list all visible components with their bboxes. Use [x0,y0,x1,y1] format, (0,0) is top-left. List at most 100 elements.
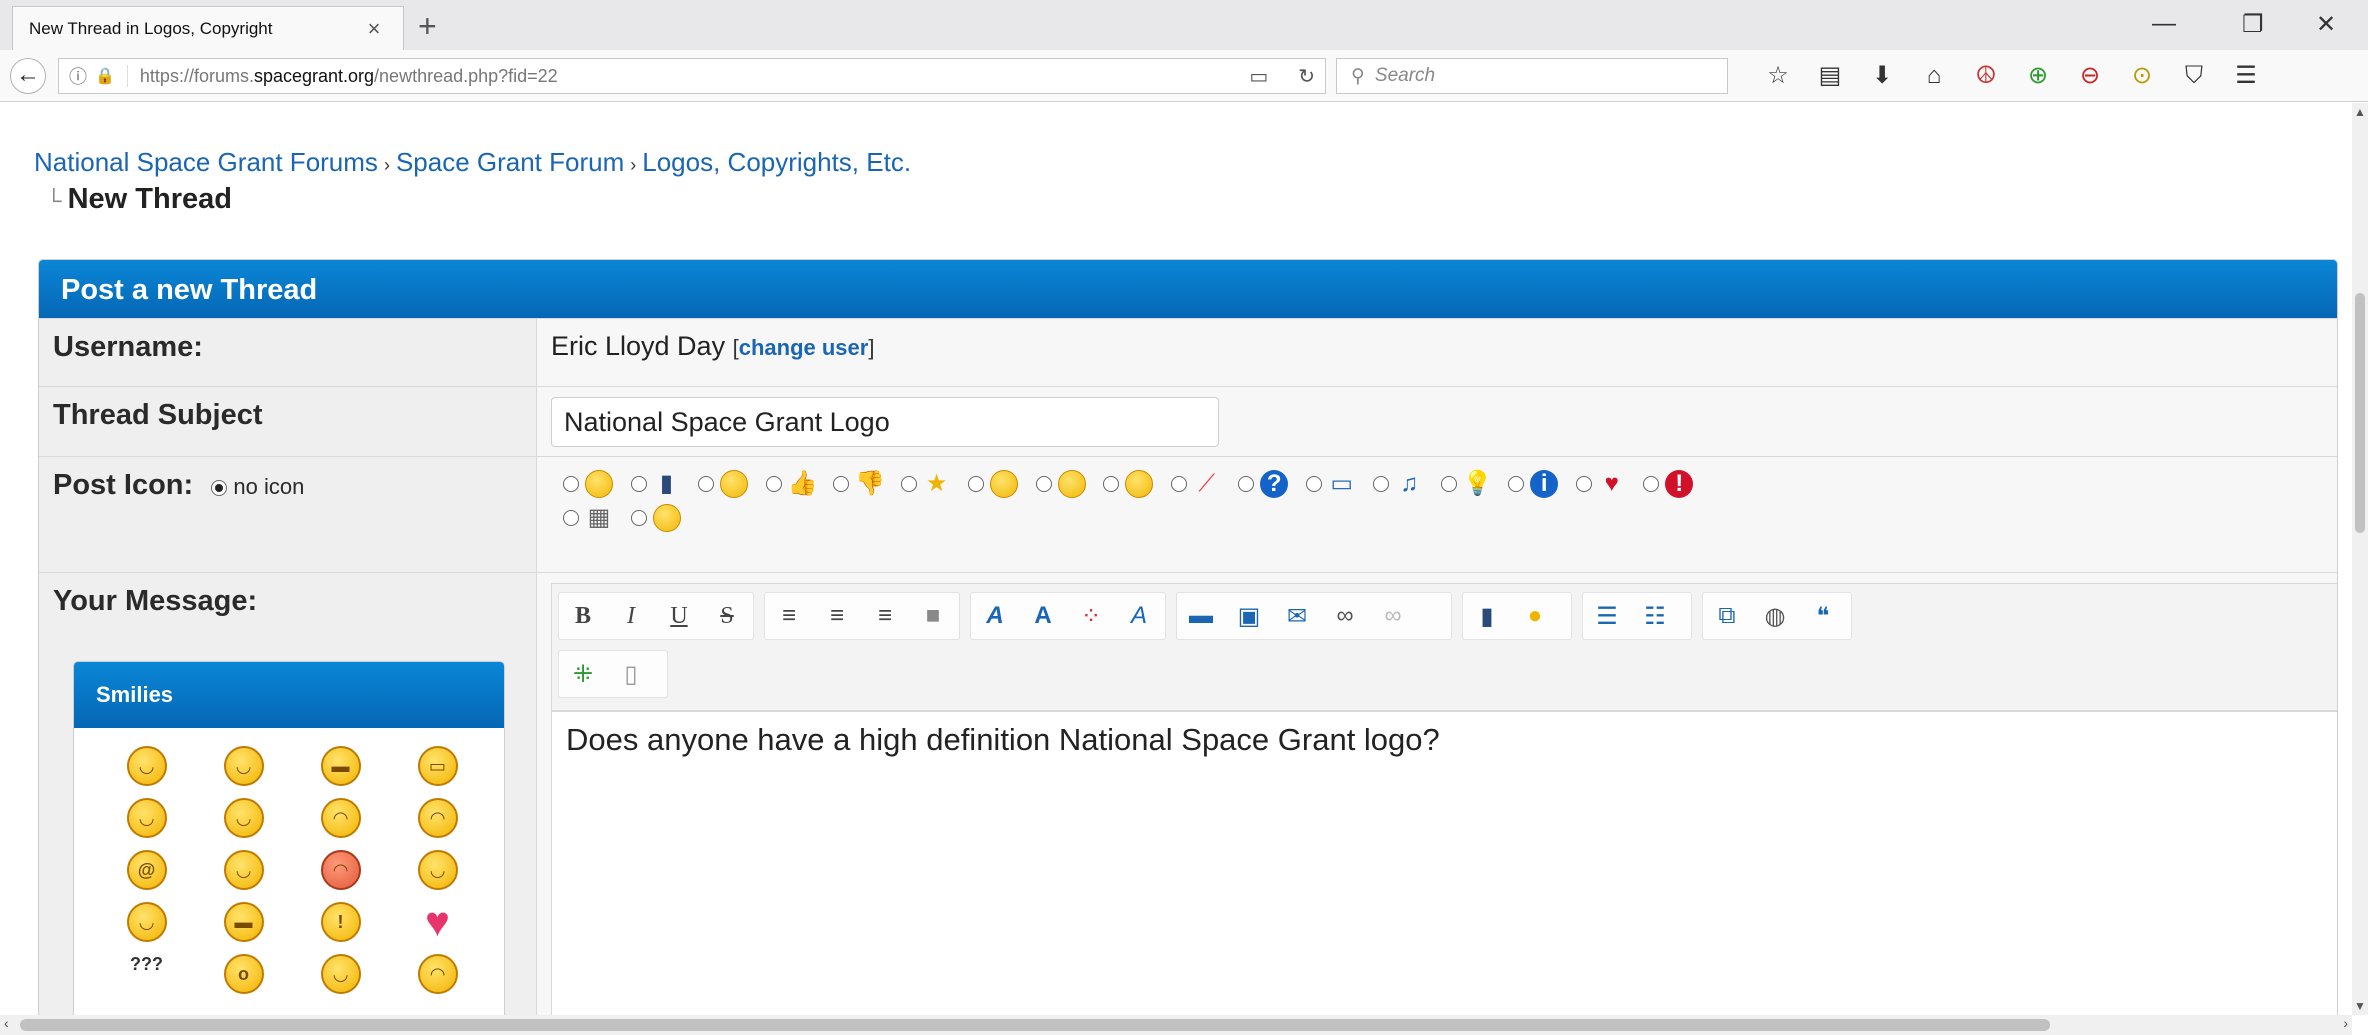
post-icon-radio[interactable] [900,476,917,492]
code-icon[interactable]: ⧉ [1703,602,1751,630]
no-icon-radio[interactable] [211,480,228,497]
source-mode-icon[interactable]: ▯ [607,660,655,689]
vertical-scrollbar[interactable]: ▲ ▼ [2352,103,2368,1015]
post-icon-radio[interactable] [1103,476,1120,492]
horizontal-scrollbar[interactable]: ‹ › [0,1015,2352,1035]
remove-format-icon[interactable]: A [1115,602,1163,630]
search-bar[interactable]: ⚲ Search [1336,58,1728,94]
email-icon[interactable]: ✉ [1273,602,1321,631]
post-icon-radio[interactable] [1508,476,1525,492]
tab-close-icon[interactable]: × [361,16,387,42]
home-icon[interactable]: ⌂ [1908,62,1960,90]
scroll-up-icon[interactable]: ▲ [2352,105,2368,119]
back-arrow-icon[interactable]: ← [10,58,46,94]
link-icon[interactable]: ∞ [1321,602,1369,630]
thread-subject-input[interactable] [551,397,1219,447]
menu-icon[interactable]: ☰ [2220,62,2272,90]
post-icon-radio[interactable] [630,476,647,492]
url-bar[interactable]: ⓘ 🔒 https://forums. spacegrant.org/newthr… [58,58,1326,94]
smiley-angry-icon[interactable]: ◠ [320,850,361,890]
italic-button[interactable]: I [607,603,655,630]
emoticon-icon[interactable]: ● [1511,602,1559,630]
peace-extension-icon[interactable]: ☮ [1960,62,2012,90]
smiley-sleepy-icon[interactable]: ◡ [320,954,361,994]
post-icon-radio[interactable] [563,510,579,526]
smiley-eyes-icon[interactable]: ◠ [320,798,361,838]
justify-icon[interactable]: ■ [909,602,957,630]
smiley-heart-icon[interactable]: ♥ [418,901,458,943]
minimize-button[interactable]: — [2152,10,2176,38]
horizontal-rule-icon[interactable]: ▬ [1177,602,1225,630]
reading-list-icon[interactable]: ▤ [1804,62,1856,90]
smiley-blush-icon[interactable]: ◡ [223,798,264,838]
smiley-cool-icon[interactable]: ▬ [320,746,361,786]
maximize-editor-icon[interactable]: ⁜ [559,660,607,689]
post-icon-radio[interactable] [1575,476,1592,492]
smiley-angel-icon[interactable]: ◡ [223,850,264,890]
browser-tab[interactable]: New Thread in Logos, Copyright × [12,6,404,50]
font-icon[interactable]: A [971,602,1019,630]
align-left-icon[interactable]: ≡ [765,602,813,630]
post-icon-radio[interactable] [1170,476,1187,492]
font-color-icon[interactable]: ⁘ [1067,602,1115,631]
smiley-dizzy-icon[interactable]: ◡ [126,902,167,942]
post-icon-radio[interactable] [698,476,715,492]
align-center-icon[interactable]: ≡ [813,602,861,630]
post-icon-radio[interactable] [563,476,579,492]
align-right-icon[interactable]: ≡ [861,602,909,630]
zoom-reset-extension-icon[interactable]: ⊙ [2116,62,2168,90]
smiley-wink-icon[interactable]: ◡ [417,850,458,890]
info-icon[interactable]: ⓘ [69,63,87,89]
message-editor[interactable]: Does anyone have a high definition Natio… [551,711,2337,1015]
scroll-left-icon[interactable]: ‹ [4,1015,9,1031]
post-icon-radio[interactable] [1373,476,1390,492]
breadcrumb-link-space-grant-forum[interactable]: Space Grant Forum [396,147,624,177]
close-window-button[interactable]: ✕ [2316,10,2336,39]
post-icon-radio[interactable] [765,476,782,492]
smiley-surprised-icon[interactable]: o [223,954,264,994]
smiley-confused-icon[interactable]: ◠ [417,954,458,994]
post-icon-radio[interactable] [968,476,985,492]
breadcrumb-link-forums[interactable]: National Space Grant Forums [34,147,378,177]
pocket-icon[interactable]: ⛉ [2168,62,2220,90]
reload-icon[interactable]: ↻ [1298,64,1315,89]
smiley-happy-icon[interactable]: ◡ [223,746,264,786]
smiley-at-icon[interactable]: @ [126,850,167,890]
scroll-down-icon[interactable]: ▼ [2352,999,2368,1013]
smiley-tongue-icon[interactable]: ◡ [126,798,167,838]
smiley-question-icon[interactable]: ??? [127,954,167,994]
bullet-list-icon[interactable]: ☰ [1583,602,1631,631]
post-icon-radio[interactable] [1643,476,1660,492]
vertical-scroll-thumb[interactable] [2355,293,2365,533]
image-icon[interactable]: ▣ [1225,602,1273,631]
underline-button[interactable]: U [655,603,703,630]
smiley-smile-icon[interactable]: ◡ [126,746,167,786]
php-icon[interactable]: ◍ [1751,602,1799,631]
maximize-button[interactable]: ❐ [2242,10,2264,39]
video-icon[interactable]: ▮ [1463,602,1511,631]
reader-view-icon[interactable]: ▭ [1249,64,1268,89]
quote-icon[interactable]: ❝ [1799,602,1847,631]
horizontal-scroll-thumb[interactable] [20,1019,2050,1031]
smiley-shades-icon[interactable]: ▬ [223,902,264,942]
strikethrough-button[interactable]: S [703,603,751,630]
smiley-biggrin-icon[interactable]: ▭ [417,746,458,786]
post-icon-radio[interactable] [1035,476,1052,492]
scroll-right-icon[interactable]: › [2343,1015,2348,1031]
bold-button[interactable]: B [559,603,607,630]
zoom-in-extension-icon[interactable]: ⊕ [2012,62,2064,90]
download-icon[interactable]: ⬇ [1856,62,1908,90]
unlink-icon[interactable]: ∞ [1369,602,1417,630]
no-icon-option[interactable]: no icon [211,474,304,499]
bookmark-star-icon[interactable]: ☆ [1752,62,1804,90]
post-icon-radio[interactable] [1305,476,1322,492]
zoom-out-extension-icon[interactable]: ⊖ [2064,62,2116,90]
post-icon-radio[interactable] [630,510,647,526]
font-size-icon[interactable]: A [1019,602,1067,630]
numbered-list-icon[interactable]: ☷ [1631,602,1679,631]
change-user-link[interactable]: change user [739,335,869,360]
breadcrumb-link-logos[interactable]: Logos, Copyrights, Etc. [642,147,911,177]
smiley-exclamation-icon[interactable]: ! [320,902,361,942]
smiley-sad-icon[interactable]: ◠ [417,798,458,838]
post-icon-radio[interactable] [833,476,850,492]
